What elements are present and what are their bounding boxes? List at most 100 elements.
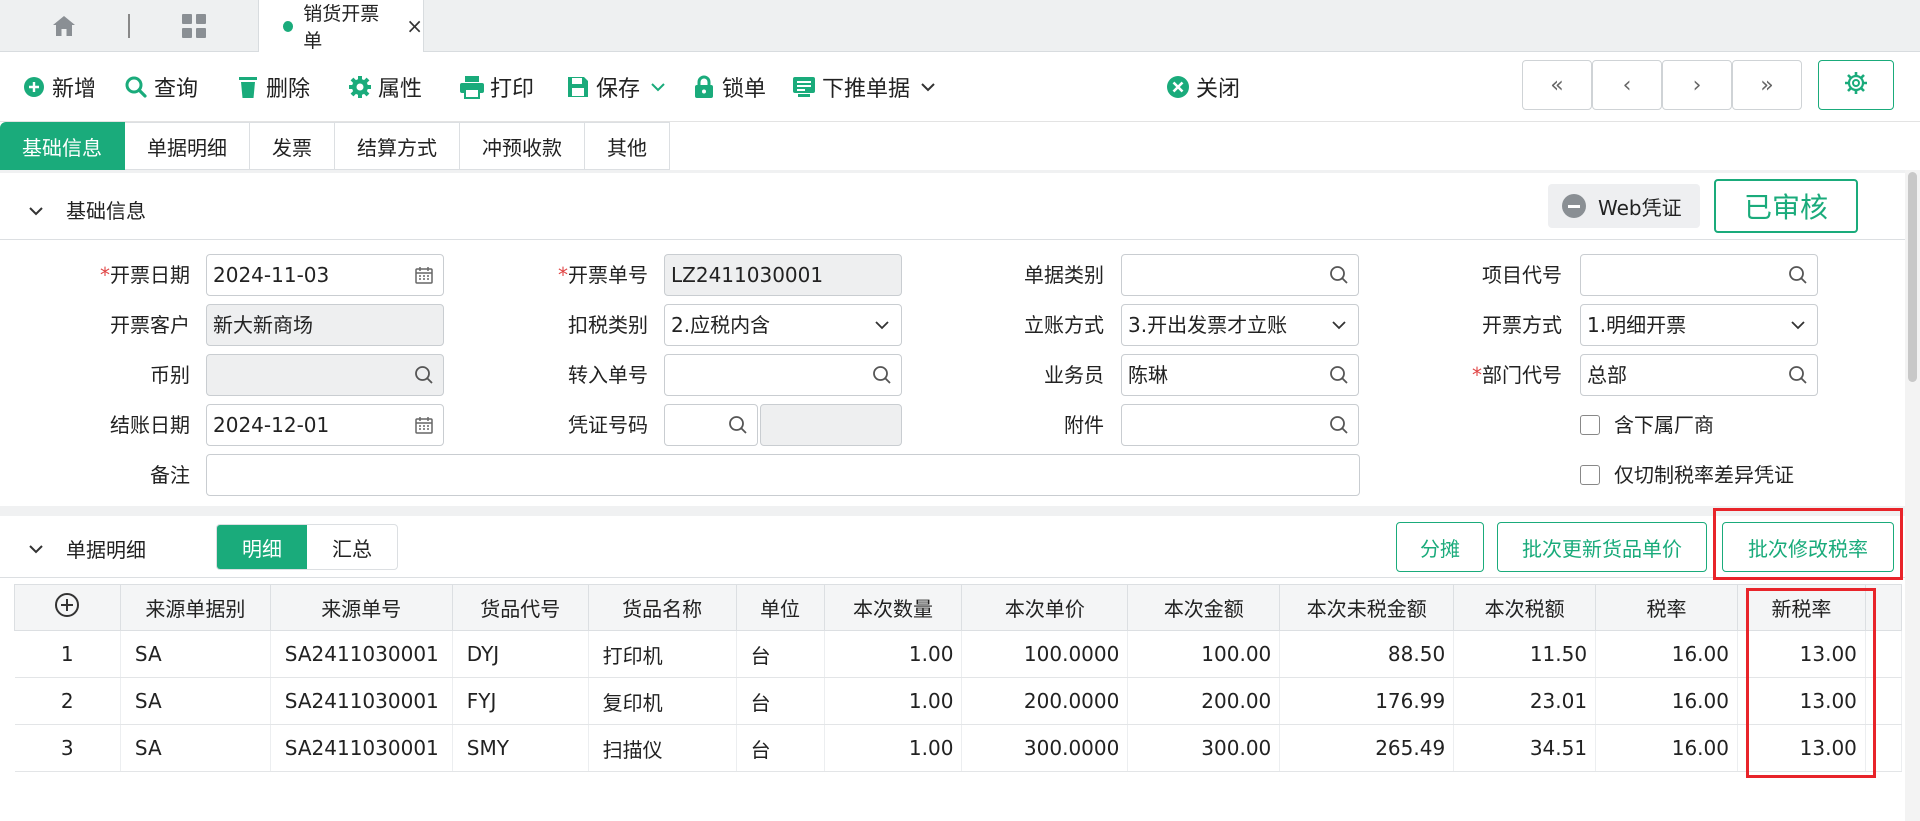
table-row[interactable]: 2 SA SA2411030001 FYJ 复印机 台 1.00 200.000… <box>14 677 1903 725</box>
close-tab-icon[interactable]: × <box>406 14 423 38</box>
search-icon[interactable] <box>871 364 893 386</box>
search-icon[interactable] <box>1328 414 1350 436</box>
first-record-button[interactable]: « <box>1522 60 1592 110</box>
table-cell[interactable]: FYJ <box>452 677 589 725</box>
column-header[interactable]: 本次金额 <box>1127 584 1281 631</box>
search-icon[interactable] <box>1787 364 1809 386</box>
table-cell[interactable]: 88.50 <box>1279 630 1455 678</box>
table-cell[interactable]: 34.51 <box>1453 724 1597 772</box>
table-cell[interactable]: SMY <box>452 724 589 772</box>
chevron-down-icon[interactable] <box>920 82 936 92</box>
table-cell[interactable]: SA2411030001 <box>270 630 453 678</box>
only-diff-checkbox[interactable] <box>1580 465 1600 485</box>
table-row[interactable]: 3 SA SA2411030001 SMY 扫描仪 台 1.00 300.000… <box>14 724 1903 772</box>
account-mode-select[interactable]: 3.开出发票才立账 <box>1121 304 1359 346</box>
next-record-button[interactable]: › <box>1662 60 1732 110</box>
invoice-mode-select[interactable]: 1.明细开票 <box>1580 304 1818 346</box>
tax-type-select[interactable]: 2.应税内含 <box>664 304 902 346</box>
table-cell[interactable]: DYJ <box>452 630 589 678</box>
home-icon[interactable] <box>44 10 84 42</box>
currency-field[interactable] <box>206 354 444 396</box>
table-cell[interactable]: 16.00 <box>1595 677 1738 725</box>
chevron-down-icon[interactable] <box>28 198 44 222</box>
vertical-scrollbar[interactable] <box>1905 170 1920 821</box>
chevron-down-icon[interactable] <box>1787 314 1809 336</box>
table-cell[interactable]: 扫描仪 <box>588 724 737 772</box>
print-button[interactable]: 打印 <box>458 70 534 104</box>
table-cell[interactable]: 台 <box>736 630 825 678</box>
allocate-button[interactable]: 分摊 <box>1396 522 1484 572</box>
calendar-icon[interactable] <box>413 264 435 286</box>
table-cell[interactable]: 265.49 <box>1279 724 1455 772</box>
settings-button[interactable] <box>1818 60 1894 110</box>
salesman-field[interactable]: 陈琳 <box>1121 354 1359 396</box>
table-cell[interactable]: 200.00 <box>1127 677 1281 725</box>
column-header[interactable]: 单位 <box>735 584 825 631</box>
transfer-no-field[interactable] <box>664 354 902 396</box>
table-cell[interactable]: 100.00 <box>1127 630 1281 678</box>
table-cell[interactable]: 复印机 <box>588 677 737 725</box>
properties-button[interactable]: 属性 <box>346 70 422 104</box>
table-cell[interactable]: 200.0000 <box>961 677 1129 725</box>
batch-update-price-button[interactable]: 批次更新货品单价 <box>1497 522 1707 572</box>
table-cell[interactable]: 1.00 <box>824 677 963 725</box>
table-cell[interactable]: 台 <box>736 677 825 725</box>
tab-other[interactable]: 其他 <box>585 122 670 170</box>
include-sub-checkbox[interactable] <box>1580 415 1600 435</box>
search-icon[interactable] <box>1787 264 1809 286</box>
project-field[interactable] <box>1580 254 1818 296</box>
new-button[interactable]: 新增 <box>20 70 96 104</box>
chevron-down-icon[interactable] <box>28 536 44 560</box>
column-header[interactable]: 本次未税金额 <box>1279 584 1455 631</box>
tab-detail[interactable]: 单据明细 <box>125 122 250 170</box>
document-tab[interactable]: 销货开票单 × <box>258 0 424 52</box>
table-row[interactable]: 1 SA SA2411030001 DYJ 打印机 台 1.00 100.000… <box>14 630 1903 678</box>
apps-grid-icon[interactable] <box>176 10 212 42</box>
table-cell[interactable]: 打印机 <box>588 630 737 678</box>
tab-settlement[interactable]: 结算方式 <box>335 122 460 170</box>
close-button[interactable]: 关闭 <box>1164 70 1240 104</box>
search-icon[interactable] <box>1328 364 1350 386</box>
prev-record-button[interactable]: ‹ <box>1592 60 1662 110</box>
table-cell[interactable]: SA <box>120 677 271 725</box>
scrollbar-thumb[interactable] <box>1908 172 1917 382</box>
table-cell[interactable]: 300.00 <box>1127 724 1281 772</box>
tab-invoice[interactable]: 发票 <box>250 122 335 170</box>
doc-type-field[interactable] <box>1121 254 1359 296</box>
chevron-down-icon[interactable] <box>871 314 893 336</box>
calendar-icon[interactable] <box>413 414 435 436</box>
lock-button[interactable]: 锁单 <box>690 70 766 104</box>
search-icon[interactable] <box>1328 264 1350 286</box>
table-cell[interactable]: 100.0000 <box>961 630 1129 678</box>
table-cell[interactable]: SA <box>120 630 271 678</box>
tab-prepayment[interactable]: 冲预收款 <box>460 122 585 170</box>
tab-basic-info[interactable]: 基础信息 <box>0 122 125 170</box>
table-cell[interactable]: 1.00 <box>824 630 963 678</box>
add-row-button[interactable] <box>14 584 121 631</box>
table-cell[interactable]: SA2411030001 <box>270 677 453 725</box>
push-down-button[interactable]: 下推单据 <box>790 70 936 104</box>
table-cell[interactable]: SA2411030001 <box>270 724 453 772</box>
delete-button[interactable]: 删除 <box>234 70 310 104</box>
search-icon[interactable] <box>413 364 435 386</box>
view-summary-tab[interactable]: 汇总 <box>307 525 397 569</box>
chevron-down-icon[interactable] <box>1328 314 1350 336</box>
web-voucher-button[interactable]: Web凭证 <box>1548 184 1700 228</box>
invoice-date-field[interactable]: 2024-11-03 <box>206 254 444 296</box>
dept-field[interactable]: 总部 <box>1580 354 1818 396</box>
table-cell[interactable]: 16.00 <box>1595 724 1738 772</box>
attachment-field[interactable] <box>1121 404 1359 446</box>
column-header[interactable]: 本次单价 <box>961 584 1129 631</box>
table-cell[interactable]: 300.0000 <box>961 724 1129 772</box>
voucher-no-field[interactable] <box>664 404 758 446</box>
chevron-down-icon[interactable] <box>650 82 666 92</box>
close-date-field[interactable]: 2024-12-01 <box>206 404 444 446</box>
column-header[interactable]: 货品名称 <box>587 584 737 631</box>
view-detail-tab[interactable]: 明细 <box>217 525 307 569</box>
last-record-button[interactable]: » <box>1732 60 1802 110</box>
column-header[interactable]: 来源单号 <box>269 584 453 631</box>
table-cell[interactable]: 23.01 <box>1453 677 1597 725</box>
remark-field[interactable] <box>206 454 1360 496</box>
save-button[interactable]: 保存 <box>564 70 666 104</box>
table-cell[interactable]: 台 <box>736 724 825 772</box>
